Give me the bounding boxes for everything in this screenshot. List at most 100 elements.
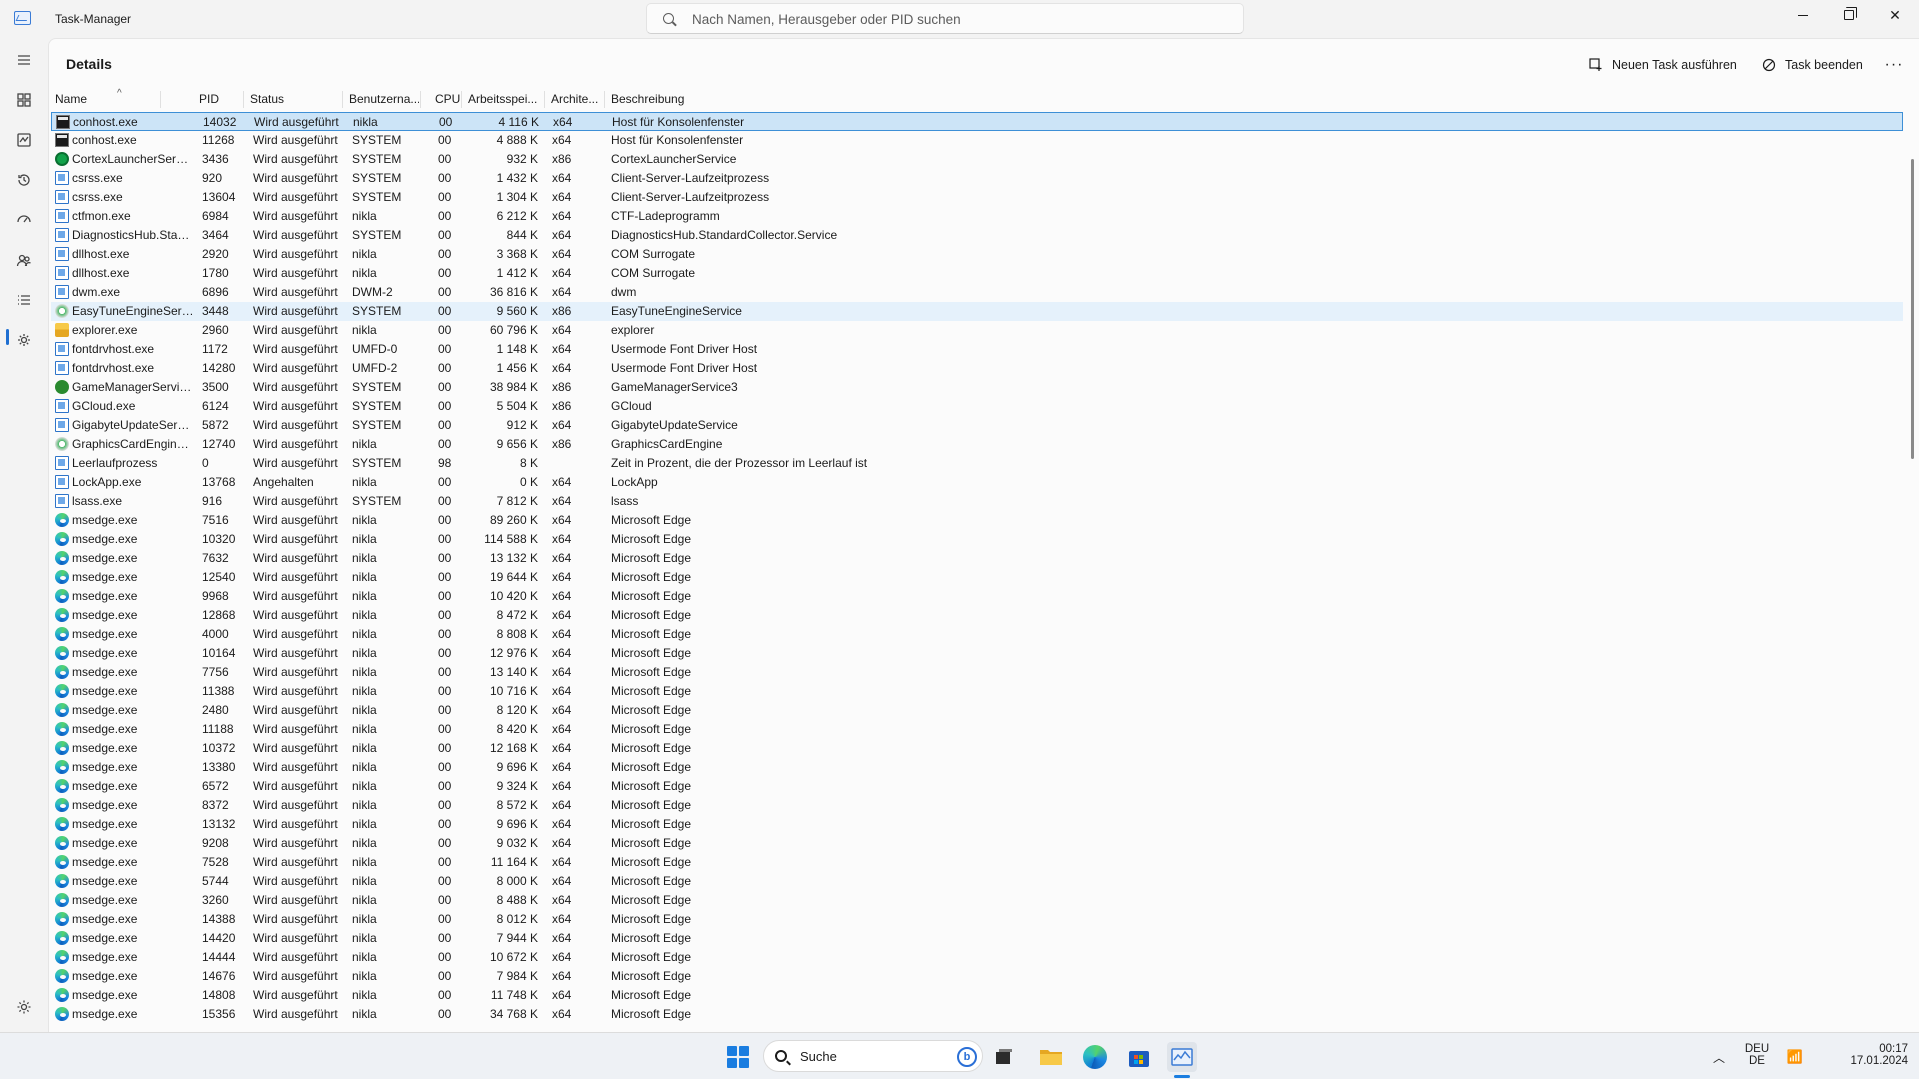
table-row[interactable]: msedge.exe 12540 Wird ausgeführt nikla 00 19 …	[51, 568, 1903, 587]
table-row[interactable]: msedge.exe 3260 Wird ausgeführt nikla 00 8 48…	[51, 891, 1903, 910]
table-row[interactable]: Leerlaufprozess 0 Wird ausgeführt SYSTEM 98 8…	[51, 454, 1903, 473]
table-row[interactable]: dwm.exe 6896 Wird ausgeführt DWM-2 00 36 816 …	[51, 283, 1903, 302]
table-row[interactable]: msedge.exe 15356 Wird ausgeführt nikla 00 34 …	[51, 1005, 1903, 1024]
hamburger-menu-button[interactable]	[6, 42, 42, 78]
clock[interactable]: 00:17 17.01.2024	[1832, 1043, 1908, 1067]
table-row[interactable]: CortexLauncherServi... 3436 Wird ausgeführ…	[51, 150, 1903, 169]
taskbar-store[interactable]	[1124, 1042, 1154, 1072]
process-memory: 7 984 K	[496, 969, 538, 983]
show-hidden-icons-button[interactable]: ︿	[1704, 1042, 1734, 1072]
start-button[interactable]	[723, 1042, 753, 1072]
table-row[interactable]: GraphicsCardEngine.... 12740 Wird ausgefüh…	[51, 435, 1903, 454]
table-row[interactable]: msedge.exe 7632 Wird ausgeführt nikla 00 13 1…	[51, 549, 1903, 568]
table-row[interactable]: msedge.exe 7756 Wird ausgeführt nikla 00 13 1…	[51, 663, 1903, 682]
table-row[interactable]: LockApp.exe 13768 Angehalten nikla 00 0 K x64 L…	[51, 473, 1903, 492]
taskbar-task-view[interactable]	[989, 1042, 1019, 1072]
network-volume-tray[interactable]: 📶	[1780, 1042, 1810, 1072]
process-pid: 4000	[202, 627, 229, 641]
nav-app-history[interactable]	[6, 162, 42, 198]
table-row[interactable]: msedge.exe 9968 Wird ausgeführt nikla 00 10 4…	[51, 587, 1903, 606]
process-cpu: 00	[438, 684, 452, 698]
task-manager-icon	[1171, 1048, 1193, 1066]
app-window-icon	[55, 342, 69, 356]
column-header-status[interactable]: Status	[244, 87, 341, 112]
input-language-indicator[interactable]: DEU DE	[1744, 1043, 1770, 1067]
nav-details[interactable]	[6, 282, 42, 318]
table-row[interactable]: msedge.exe 10372 Wird ausgeführt nikla 00 12 …	[51, 739, 1903, 758]
table-row[interactable]: msedge.exe 13132 Wird ausgeführt nikla 00 9 6…	[51, 815, 1903, 834]
table-row[interactable]: msedge.exe 10320 Wird ausgeführt nikla 00 114…	[51, 530, 1903, 549]
process-cpu: 00	[438, 608, 452, 622]
column-header-name[interactable]: Name ^	[49, 87, 159, 112]
search-input[interactable]	[692, 10, 1212, 28]
process-name: msedge.exe	[72, 627, 138, 641]
table-row[interactable]: msedge.exe 14808 Wird ausgeführt nikla 00 11 …	[51, 986, 1903, 1005]
process-status: Wird ausgeführt	[253, 171, 338, 185]
run-new-task-button[interactable]: Neuen Task ausführen	[1589, 53, 1737, 77]
process-status: Wird ausgeführt	[253, 684, 338, 698]
process-status: Wird ausgeführt	[253, 931, 338, 945]
process-description: LockApp	[611, 475, 658, 489]
app-window-icon	[55, 228, 69, 242]
table-row[interactable]: lsass.exe 916 Wird ausgeführt SYSTEM 00 7 812…	[51, 492, 1903, 511]
table-row[interactable]: msedge.exe 14420 Wird ausgeführt nikla 00 7 9…	[51, 929, 1903, 948]
taskbar-edge[interactable]	[1080, 1042, 1110, 1072]
scrollbar-thumb[interactable]	[1911, 159, 1914, 459]
table-row[interactable]: EasyTuneEngineServi... 3448 Wird ausgeführ…	[51, 302, 1903, 321]
restore-button[interactable]	[1826, 0, 1872, 30]
table-row[interactable]: explorer.exe 2960 Wird ausgeführt nikla 00 60…	[51, 321, 1903, 340]
table-row[interactable]: dllhost.exe 1780 Wird ausgeführt nikla 00 1 4…	[51, 264, 1903, 283]
search-icon	[775, 1050, 787, 1062]
table-row[interactable]: msedge.exe 13380 Wird ausgeführt nikla 00 9 6…	[51, 758, 1903, 777]
minimize-button[interactable]	[1780, 0, 1826, 30]
process-status: Wird ausgeführt	[253, 361, 338, 375]
nav-users[interactable]	[6, 242, 42, 278]
table-row[interactable]: GameManagerServic... 3500 Wird ausgeführt S…	[51, 378, 1903, 397]
table-row[interactable]: msedge.exe 4000 Wird ausgeführt nikla 00 8 80…	[51, 625, 1903, 644]
table-row[interactable]: msedge.exe 14444 Wird ausgeführt nikla 00 10 …	[51, 948, 1903, 967]
column-header-memory[interactable]: Arbeitsspei...	[462, 87, 544, 112]
table-row[interactable]: GigabyteUpdateServi... 5872 Wird ausgeführ…	[51, 416, 1903, 435]
taskbar-search[interactable]: Suche b	[763, 1040, 983, 1072]
more-options-button[interactable]: ···	[1882, 53, 1906, 77]
table-row[interactable]: csrss.exe 13604 Wird ausgeführt SYSTEM 00 1 3…	[51, 188, 1903, 207]
column-header-user[interactable]: Benutzerna...	[343, 87, 419, 112]
taskbar-task-manager[interactable]	[1167, 1042, 1197, 1072]
table-row[interactable]: msedge.exe 5744 Wird ausgeführt nikla 00 8 00…	[51, 872, 1903, 891]
table-row[interactable]: msedge.exe 7528 Wird ausgeführt nikla 00 11 1…	[51, 853, 1903, 872]
column-header-pid[interactable]: PID	[193, 87, 243, 112]
table-row[interactable]: msedge.exe 6572 Wird ausgeführt nikla 00 9 32…	[51, 777, 1903, 796]
table-row[interactable]: msedge.exe 7516 Wird ausgeführt nikla 00 89 2…	[51, 511, 1903, 530]
nav-processes[interactable]	[6, 82, 42, 118]
table-row[interactable]: fontdrvhost.exe 1172 Wird ausgeführt UMFD-0…	[51, 340, 1903, 359]
table-row[interactable]: conhost.exe 11268 Wird ausgeführt SYSTEM 00 4…	[51, 131, 1903, 150]
table-row[interactable]: msedge.exe 8372 Wird ausgeführt nikla 00 8 57…	[51, 796, 1903, 815]
close-button[interactable]: ✕	[1872, 0, 1918, 30]
end-task-button[interactable]: Task beenden	[1762, 53, 1863, 77]
table-row[interactable]: msedge.exe 11388 Wird ausgeführt nikla 00 10 …	[51, 682, 1903, 701]
nav-performance[interactable]	[6, 122, 42, 158]
table-row[interactable]: dllhost.exe 2920 Wird ausgeführt nikla 00 3 3…	[51, 245, 1903, 264]
table-row[interactable]: csrss.exe 920 Wird ausgeführt SYSTEM 00 1 432…	[51, 169, 1903, 188]
search-box[interactable]	[646, 3, 1244, 34]
nav-settings[interactable]	[6, 989, 42, 1025]
process-cpu: 00	[438, 893, 452, 907]
column-header-architecture[interactable]: Archite...	[545, 87, 603, 112]
table-row[interactable]: msedge.exe 12868 Wird ausgeführt nikla 00 8 4…	[51, 606, 1903, 625]
table-row[interactable]: DiagnosticsHub.Stan... 3464 Wird ausgeführ…	[51, 226, 1903, 245]
table-row[interactable]: conhost.exe 14032 Wird ausgeführt nikla 00 4 …	[51, 112, 1903, 131]
nav-startup-apps[interactable]	[6, 202, 42, 238]
taskbar-file-explorer[interactable]	[1036, 1042, 1066, 1072]
table-row[interactable]: msedge.exe 11188 Wird ausgeführt nikla 00 8 4…	[51, 720, 1903, 739]
bing-icon[interactable]: b	[957, 1047, 977, 1067]
table-row[interactable]: fontdrvhost.exe 14280 Wird ausgeführt UMFD-…	[51, 359, 1903, 378]
table-row[interactable]: msedge.exe 9208 Wird ausgeführt nikla 00 9 03…	[51, 834, 1903, 853]
table-row[interactable]: msedge.exe 14676 Wird ausgeführt nikla 00 7 9…	[51, 967, 1903, 986]
table-row[interactable]: msedge.exe 14388 Wird ausgeführt nikla 00 8 0…	[51, 910, 1903, 929]
table-row[interactable]: msedge.exe 2480 Wird ausgeführt nikla 00 8 12…	[51, 701, 1903, 720]
table-row[interactable]: ctfmon.exe 6984 Wird ausgeführt nikla 00 6 21…	[51, 207, 1903, 226]
table-row[interactable]: msedge.exe 10164 Wird ausgeführt nikla 00 12 …	[51, 644, 1903, 663]
nav-services[interactable]	[6, 322, 42, 358]
table-row[interactable]: GCloud.exe 6124 Wird ausgeführt SYSTEM 00 5 5…	[51, 397, 1903, 416]
column-header-description[interactable]: Beschreibung	[605, 87, 805, 112]
